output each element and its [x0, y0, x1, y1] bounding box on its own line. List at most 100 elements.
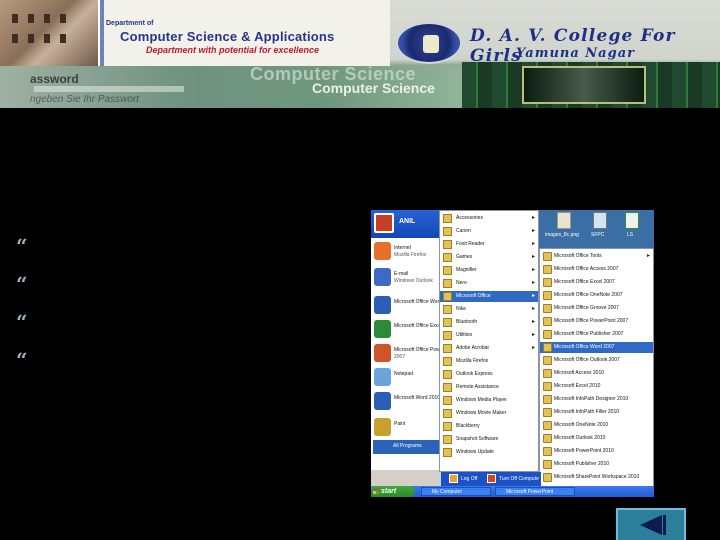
user-avatar — [374, 213, 394, 233]
folder-icon — [543, 421, 552, 430]
folder-icon — [443, 435, 452, 444]
pinned-program-item[interactable]: Microsoft Office Word 20.. — [373, 294, 452, 318]
menu-item[interactable]: Microsoft Office Groove 2007 — [540, 303, 653, 314]
menu-item-label: Microsoft SharePoint Workspace 2010 — [554, 474, 640, 480]
pinned-program-item[interactable]: Microsoft Office Excel 20.. — [373, 318, 452, 342]
menu-item[interactable]: Windows Update — [440, 447, 538, 458]
folder-icon — [543, 473, 552, 482]
menu-item-label: Microsoft PowerPoint 2010 — [554, 448, 614, 454]
pinned-program-item[interactable]: Microsoft Word 2010 — [373, 390, 441, 414]
menu-item[interactable]: Microsoft InfoPath Filler 2010 — [540, 407, 653, 418]
menu-item-label: Foxit Reader — [456, 241, 485, 247]
dept-line1: Department of — [106, 20, 154, 27]
menu-item[interactable]: Microsoft Access 2010 — [540, 368, 653, 379]
submenu-arrow-icon: ▸ — [531, 228, 535, 234]
menu-item[interactable]: Bluetooth ▸ — [440, 317, 538, 328]
menu-item[interactable]: Microsoft Publisher 2010 — [540, 459, 653, 470]
folder-icon — [443, 409, 452, 418]
folder-icon — [443, 370, 452, 379]
logoff-button[interactable]: Log Off — [461, 476, 477, 482]
menu-item-label: Microsoft Access 2010 — [554, 370, 605, 376]
menu-item[interactable]: Microsoft SharePoint Workspace 2010 — [540, 472, 653, 483]
pinned-program-item[interactable]: Notepad — [373, 366, 439, 390]
menu-item-label: Windows Movie Maker — [456, 410, 507, 416]
menu-item[interactable]: Blackberry — [440, 421, 538, 432]
back-button[interactable] — [616, 508, 686, 540]
submenu-arrow-icon: ▸ — [531, 267, 535, 273]
menu-item[interactable]: Adobe Acrobat ▸ — [440, 343, 538, 354]
folder-icon — [543, 304, 552, 313]
folder-icon — [443, 279, 452, 288]
menu-item[interactable]: Microsoft Office Tools ▸ — [540, 251, 653, 262]
bullet-1: “ — [16, 234, 28, 258]
desktop-icon-label: SFPC — [591, 232, 605, 238]
dept-line2: Computer Science & Applications — [120, 29, 335, 44]
pinned-program-item[interactable]: Microsoft Office PowerPoint 2007 — [373, 342, 456, 366]
program-subtitle: Windows Outlook — [394, 278, 433, 284]
menu-item[interactable]: Microsoft Office ▸ — [440, 291, 538, 302]
menu-item[interactable]: Microsoft Office Excel 2007 — [540, 277, 653, 288]
menu-item[interactable]: Microsoft Outlook 2010 — [540, 433, 653, 444]
program-title: Microsoft Word 2010 — [394, 395, 441, 401]
menu-item[interactable]: Magnifier ▸ — [440, 265, 538, 276]
file-icon — [593, 212, 607, 229]
pinned-program-item[interactable]: Paint — [373, 416, 439, 440]
menu-item[interactable]: Accessories ▸ — [440, 213, 538, 224]
menu-item[interactable]: Utilities ▸ — [440, 330, 538, 341]
menu-item-label: Bluetooth — [456, 319, 478, 325]
menu-item[interactable]: Windows Movie Maker — [440, 408, 538, 419]
menu-item-label: Microsoft Office Outlook 2007 — [554, 357, 620, 363]
menu-item[interactable]: Remote Assistance — [440, 382, 538, 393]
menu-item-label: Microsoft Outlook 2010 — [554, 435, 606, 441]
menu-item[interactable]: Nero ▸ — [440, 278, 538, 289]
menu-item-label: Magnifier — [456, 267, 477, 273]
menu-item-label: Games — [456, 254, 473, 260]
folder-icon — [443, 383, 452, 392]
menu-item-label: Microsoft Office Publisher 2007 — [554, 331, 624, 337]
menu-item[interactable]: Canon ▸ — [440, 226, 538, 237]
menu-item[interactable]: Foxit Reader ▸ — [440, 239, 538, 250]
menu-item[interactable]: Microsoft Office Outlook 2007 — [540, 355, 653, 366]
menu-item-label: Microsoft InfoPath Designer 2010 — [554, 396, 629, 402]
menu-item[interactable]: Mozilla Firefox — [440, 356, 538, 367]
taskbar-button[interactable]: My Computer — [421, 487, 491, 496]
program-subtitle: 2007 — [394, 354, 406, 360]
submenu-arrow-icon: ▸ — [531, 241, 535, 247]
menu-item[interactable]: Outlook Express — [440, 369, 538, 380]
menu-item[interactable]: Windows Media Player — [440, 395, 538, 406]
folder-icon — [443, 331, 452, 340]
all-programs-button[interactable]: All Programs — [373, 440, 439, 454]
menu-item[interactable]: Nike ▸ — [440, 304, 538, 315]
menu-item-label: Nike — [456, 306, 467, 312]
folder-icon — [443, 344, 452, 353]
menu-item-label: Microsoft Office Groove 2007 — [554, 305, 619, 311]
menu-item-label: Canon — [456, 228, 471, 234]
folder-icon — [543, 369, 552, 378]
menu-item[interactable]: Microsoft InfoPath Designer 2010 — [540, 394, 653, 405]
menu-item[interactable]: Microsoft PowerPoint 2010 — [540, 446, 653, 457]
menu-item[interactable]: Microsoft Office Word 2007 — [540, 342, 653, 353]
menu-item[interactable]: Microsoft Office Access 2007 — [540, 264, 653, 275]
turnoff-button[interactable]: Turn Off Computer — [499, 476, 539, 482]
submenu-arrow-icon: ▸ — [531, 345, 535, 351]
pinned-program-item[interactable]: E-mail Windows Outlook — [373, 266, 439, 290]
menu-item[interactable]: Games ▸ — [440, 252, 538, 263]
menu-item[interactable]: Snapshot Software — [440, 434, 538, 445]
pinned-program-item[interactable]: Internet Mozilla Firefox — [373, 240, 439, 264]
folder-icon — [443, 357, 452, 366]
program-subtitle: Mozilla Firefox — [394, 252, 427, 258]
dept-tagline: Department with potential for excellence — [146, 45, 320, 55]
start-button[interactable]: start — [371, 486, 415, 497]
menu-item[interactable]: Microsoft Office Publisher 2007 — [540, 329, 653, 340]
menu-item-label: Accessories — [456, 215, 483, 221]
menu-item[interactable]: Microsoft OneNote 2010 — [540, 420, 653, 431]
bullet-3: “ — [16, 310, 28, 334]
menu-item-label: Microsoft OneNote 2010 — [554, 422, 609, 428]
program-icon — [374, 242, 391, 260]
menu-item[interactable]: Microsoft Excel 2010 — [540, 381, 653, 392]
menu-item[interactable]: Microsoft Office PowerPoint 2007 — [540, 316, 653, 327]
menu-item[interactable]: Microsoft Office OneNote 2007 — [540, 290, 653, 301]
taskbar-button[interactable]: Microsoft PowerPoint — [495, 487, 575, 496]
all-programs-menu: Accessories ▸ Canon ▸ Foxit Reader ▸ Games ▸ Mag… — [439, 210, 539, 472]
submenu-arrow-icon: ▸ — [531, 319, 535, 325]
